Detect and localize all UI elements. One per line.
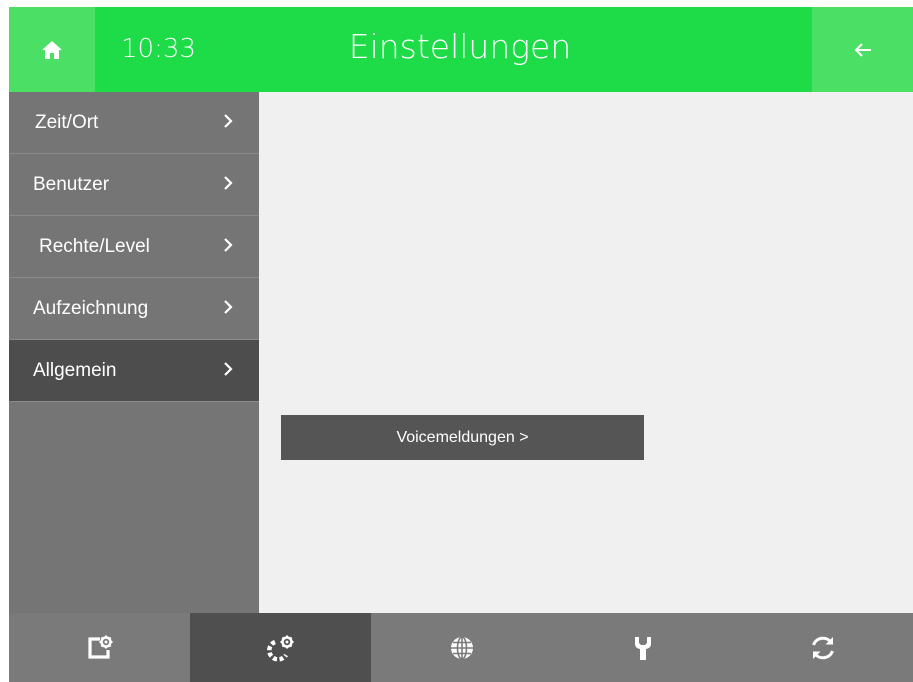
globe-icon — [450, 635, 473, 660]
home-button[interactable] — [9, 7, 95, 92]
voicemeldungen-button[interactable]: Voicemeldungen > — [281, 415, 644, 460]
page-title: Einstellungen — [348, 27, 572, 66]
footer-bar — [9, 613, 913, 682]
refresh-icon — [812, 636, 834, 659]
sidebar-item-aufzeichnung[interactable]: Aufzeichnung — [9, 278, 259, 340]
device-settings-icon — [87, 635, 112, 659]
chevron-right-icon — [224, 300, 233, 314]
sidebar-item-label: Zeit/Ort — [35, 112, 99, 133]
content-area: Voicemeldungen > — [259, 92, 913, 613]
chevron-right-icon — [224, 362, 233, 376]
settings-gears-icon — [266, 635, 293, 662]
chevron-right-icon — [224, 114, 233, 128]
app-window: 10:33 Einstellungen Zeit/Ort Benutzer Re… — [9, 7, 913, 682]
footer-network-button[interactable] — [371, 613, 552, 682]
arrow-left-icon — [854, 42, 871, 57]
sidebar-item-label: Aufzeichnung — [33, 298, 149, 319]
sidebar-item-label: Benutzer — [33, 174, 110, 195]
sidebar-item-zeit-ort[interactable]: Zeit/Ort — [9, 92, 259, 154]
footer-settings-button[interactable] — [190, 613, 371, 682]
sidebar-item-label: Rechte/Level — [39, 236, 150, 257]
footer-tools-button[interactable] — [552, 613, 733, 682]
chevron-right-icon — [224, 238, 233, 252]
clock-time: 10:33 — [121, 34, 196, 64]
sidebar: Zeit/Ort Benutzer Rechte/Level Aufzeichn… — [9, 92, 259, 613]
home-icon — [42, 40, 62, 59]
sidebar-item-benutzer[interactable]: Benutzer — [9, 154, 259, 216]
header-bar: 10:33 Einstellungen — [9, 7, 913, 92]
wrench-icon — [634, 636, 651, 660]
footer-device-settings-button[interactable] — [9, 613, 190, 682]
chevron-right-icon — [224, 176, 233, 190]
sidebar-item-allgemein[interactable]: Allgemein — [9, 340, 259, 402]
footer-refresh-button[interactable] — [733, 613, 913, 682]
back-button[interactable] — [812, 7, 913, 92]
sidebar-item-rechte-level[interactable]: Rechte/Level — [9, 216, 259, 278]
sidebar-item-label: Allgemein — [33, 360, 117, 381]
